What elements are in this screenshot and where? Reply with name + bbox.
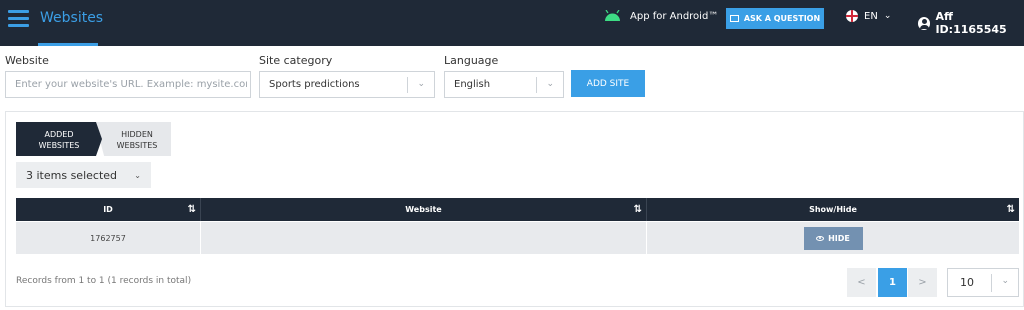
- chevron-down-icon: ⌄: [546, 79, 554, 89]
- add-site-button[interactable]: ADD SITE: [571, 70, 645, 97]
- added-tab-line2: WEBSITES: [38, 141, 80, 150]
- chevron-down-icon: ⌄: [883, 11, 892, 21]
- envelope-icon: [729, 15, 739, 22]
- site-category-value: Sports predictions: [269, 79, 360, 90]
- language-label: Language: [444, 54, 499, 67]
- table-row: 1762757 HIDE: [16, 222, 1019, 254]
- items-selected-label: 3 items selected: [26, 168, 118, 182]
- column-label: ID: [103, 205, 113, 214]
- chevron-down-icon: ⌄: [1001, 276, 1009, 286]
- sort-icon: ⇅: [633, 204, 642, 215]
- per-page-value: 10: [960, 276, 974, 289]
- pagination-prev[interactable]: <: [847, 268, 876, 297]
- user-icon: [918, 16, 931, 30]
- language-select[interactable]: English ⌄: [444, 71, 564, 98]
- hidden-tab-line2: WEBSITES: [116, 141, 158, 150]
- hide-button[interactable]: HIDE: [803, 226, 863, 250]
- column-header-website[interactable]: Website ⇅: [201, 198, 647, 221]
- eye-icon: [816, 235, 825, 241]
- sort-icon: ⇅: [187, 204, 196, 215]
- android-label: App for Android™: [630, 10, 719, 22]
- android-icon: [605, 10, 620, 21]
- chevron-down-icon: ⌄: [417, 79, 425, 89]
- added-tab-line1: ADDED: [44, 130, 74, 139]
- android-app-link[interactable]: App for Android™: [604, 10, 718, 22]
- menu-icon[interactable]: [8, 10, 29, 28]
- cell-id: 1762757: [16, 222, 201, 254]
- site-category-label: Site category: [259, 54, 333, 67]
- website-placeholder: Enter your website's URL. Example: mysit…: [15, 79, 247, 90]
- column-label: Show/Hide: [809, 205, 857, 214]
- ask-question-button[interactable]: ASK A QUESTION: [726, 8, 824, 29]
- title-underline: [38, 43, 98, 46]
- records-summary: Records from 1 to 1 (1 records in total): [16, 276, 192, 286]
- ask-question-label: ASK A QUESTION: [743, 14, 821, 23]
- cell-website: [201, 222, 647, 254]
- pagination-page-1[interactable]: 1: [878, 268, 907, 297]
- website-input[interactable]: Enter your website's URL. Example: mysit…: [5, 71, 251, 98]
- site-category-select[interactable]: Sports predictions ⌄: [259, 71, 435, 98]
- uk-flag-icon: [846, 10, 858, 22]
- language-switcher[interactable]: EN ⌄: [846, 10, 891, 22]
- tab-added-websites[interactable]: ADDED WEBSITES: [16, 122, 102, 156]
- pagination-next[interactable]: >: [908, 268, 937, 297]
- website-label: Website: [5, 54, 49, 67]
- language-value: English: [454, 79, 491, 90]
- cell-show-hide: HIDE: [647, 222, 1019, 254]
- hide-label: HIDE: [828, 233, 850, 243]
- top-bar: Websites App for Android™ ASK A QUESTION…: [0, 0, 1024, 46]
- per-page-select[interactable]: 10 ⌄: [947, 268, 1019, 297]
- affiliate-account[interactable]: Aff ID:1165545: [918, 10, 1024, 36]
- tab-hidden-websites[interactable]: HIDDEN WEBSITES: [95, 122, 171, 156]
- language-code: EN: [864, 10, 878, 22]
- column-header-show-hide[interactable]: Show/Hide ⇅: [647, 198, 1019, 221]
- column-header-id[interactable]: ID ⇅: [16, 198, 201, 221]
- sort-icon: ⇅: [1006, 204, 1015, 215]
- chevron-down-icon: ⌄: [134, 170, 141, 180]
- page-title: Websites: [40, 10, 104, 26]
- affiliate-id: Aff ID:1165545: [935, 10, 1007, 36]
- table-header: ID ⇅ Website ⇅ Show/Hide ⇅: [16, 198, 1019, 221]
- column-label: Website: [405, 205, 442, 214]
- hidden-tab-line1: HIDDEN: [121, 130, 153, 139]
- items-selected-dropdown[interactable]: 3 items selected ⌄: [16, 162, 151, 188]
